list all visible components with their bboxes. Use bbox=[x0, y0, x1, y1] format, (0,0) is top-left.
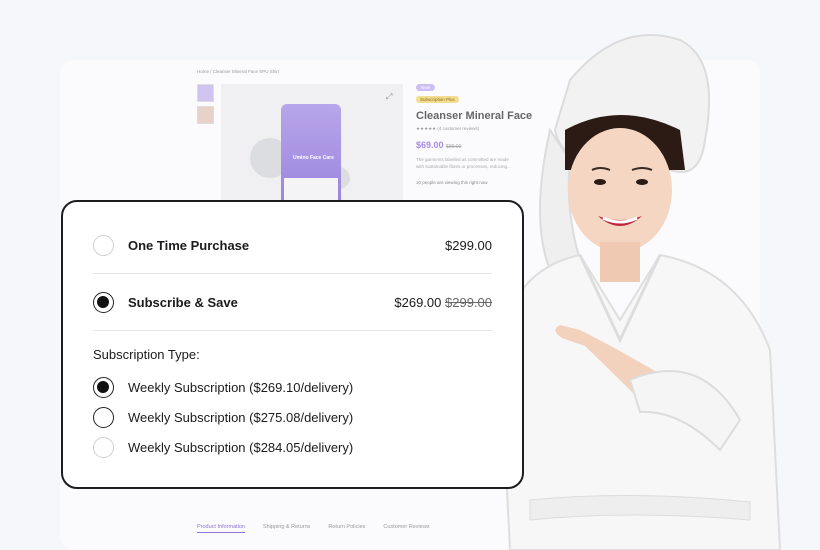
purchase-options-card: One Time Purchase $299.00 Subscribe & Sa… bbox=[61, 200, 524, 489]
product-thumbnail-1[interactable] bbox=[197, 84, 214, 102]
subscription-option-label: Weekly Subscription ($269.10/delivery) bbox=[128, 380, 354, 395]
tube-brand-label: Umino Face Care bbox=[293, 155, 334, 161]
subscription-option-1[interactable]: Weekly Subscription ($269.10/delivery) bbox=[93, 377, 353, 398]
product-tube-cap bbox=[284, 178, 338, 202]
subscribe-save-option[interactable]: Subscribe & Save $269.00 $299.00 bbox=[93, 292, 492, 313]
one-time-label: One Time Purchase bbox=[128, 238, 250, 253]
new-badge: New bbox=[416, 84, 436, 91]
radio-icon[interactable] bbox=[93, 437, 114, 458]
breadcrumb[interactable]: Home / Cleanser Mineral Face SPU Shirt bbox=[197, 69, 279, 74]
subscription-option-label: Weekly Subscription ($275.08/delivery) bbox=[128, 410, 354, 425]
subscription-type-label: Subscription Type: bbox=[93, 347, 200, 362]
current-price: $69.00 bbox=[416, 140, 444, 150]
subscribe-price: $269.00 bbox=[394, 295, 442, 310]
tab-product-information[interactable]: Product Information bbox=[197, 524, 245, 533]
subscribe-old-price: $299.00 bbox=[445, 295, 492, 310]
subscription-option-2[interactable]: Weekly Subscription ($275.08/delivery) bbox=[93, 407, 353, 428]
subscription-badge: Subscription Plus bbox=[416, 96, 459, 103]
old-price: $89.00 bbox=[446, 144, 462, 150]
product-price: $69.00 $89.00 bbox=[416, 140, 461, 150]
divider bbox=[93, 330, 492, 331]
tab-return-policies[interactable]: Return Policies bbox=[328, 524, 365, 533]
product-thumbnail-2[interactable] bbox=[197, 106, 214, 124]
expand-icon[interactable]: ⤢ bbox=[386, 92, 392, 102]
one-time-price: $299.00 bbox=[445, 238, 492, 253]
radio-icon[interactable] bbox=[93, 407, 114, 428]
radio-icon[interactable] bbox=[93, 235, 114, 256]
tab-shipping-returns[interactable]: Shipping & Returns bbox=[263, 524, 310, 533]
subscription-option-label: Weekly Subscription ($284.05/delivery) bbox=[128, 440, 354, 455]
subscribe-price-group: $269.00 $299.00 bbox=[394, 295, 492, 310]
subscription-option-3[interactable]: Weekly Subscription ($284.05/delivery) bbox=[93, 437, 353, 458]
radio-icon[interactable] bbox=[93, 292, 114, 313]
product-tabs: Product Information Shipping & Returns R… bbox=[197, 524, 430, 533]
subscribe-label: Subscribe & Save bbox=[128, 295, 238, 310]
divider bbox=[93, 273, 492, 274]
radio-icon[interactable] bbox=[93, 377, 114, 398]
one-time-purchase-option[interactable]: One Time Purchase $299.00 bbox=[93, 235, 492, 256]
tab-customer-reviews[interactable]: Customer Reviews bbox=[383, 524, 429, 533]
